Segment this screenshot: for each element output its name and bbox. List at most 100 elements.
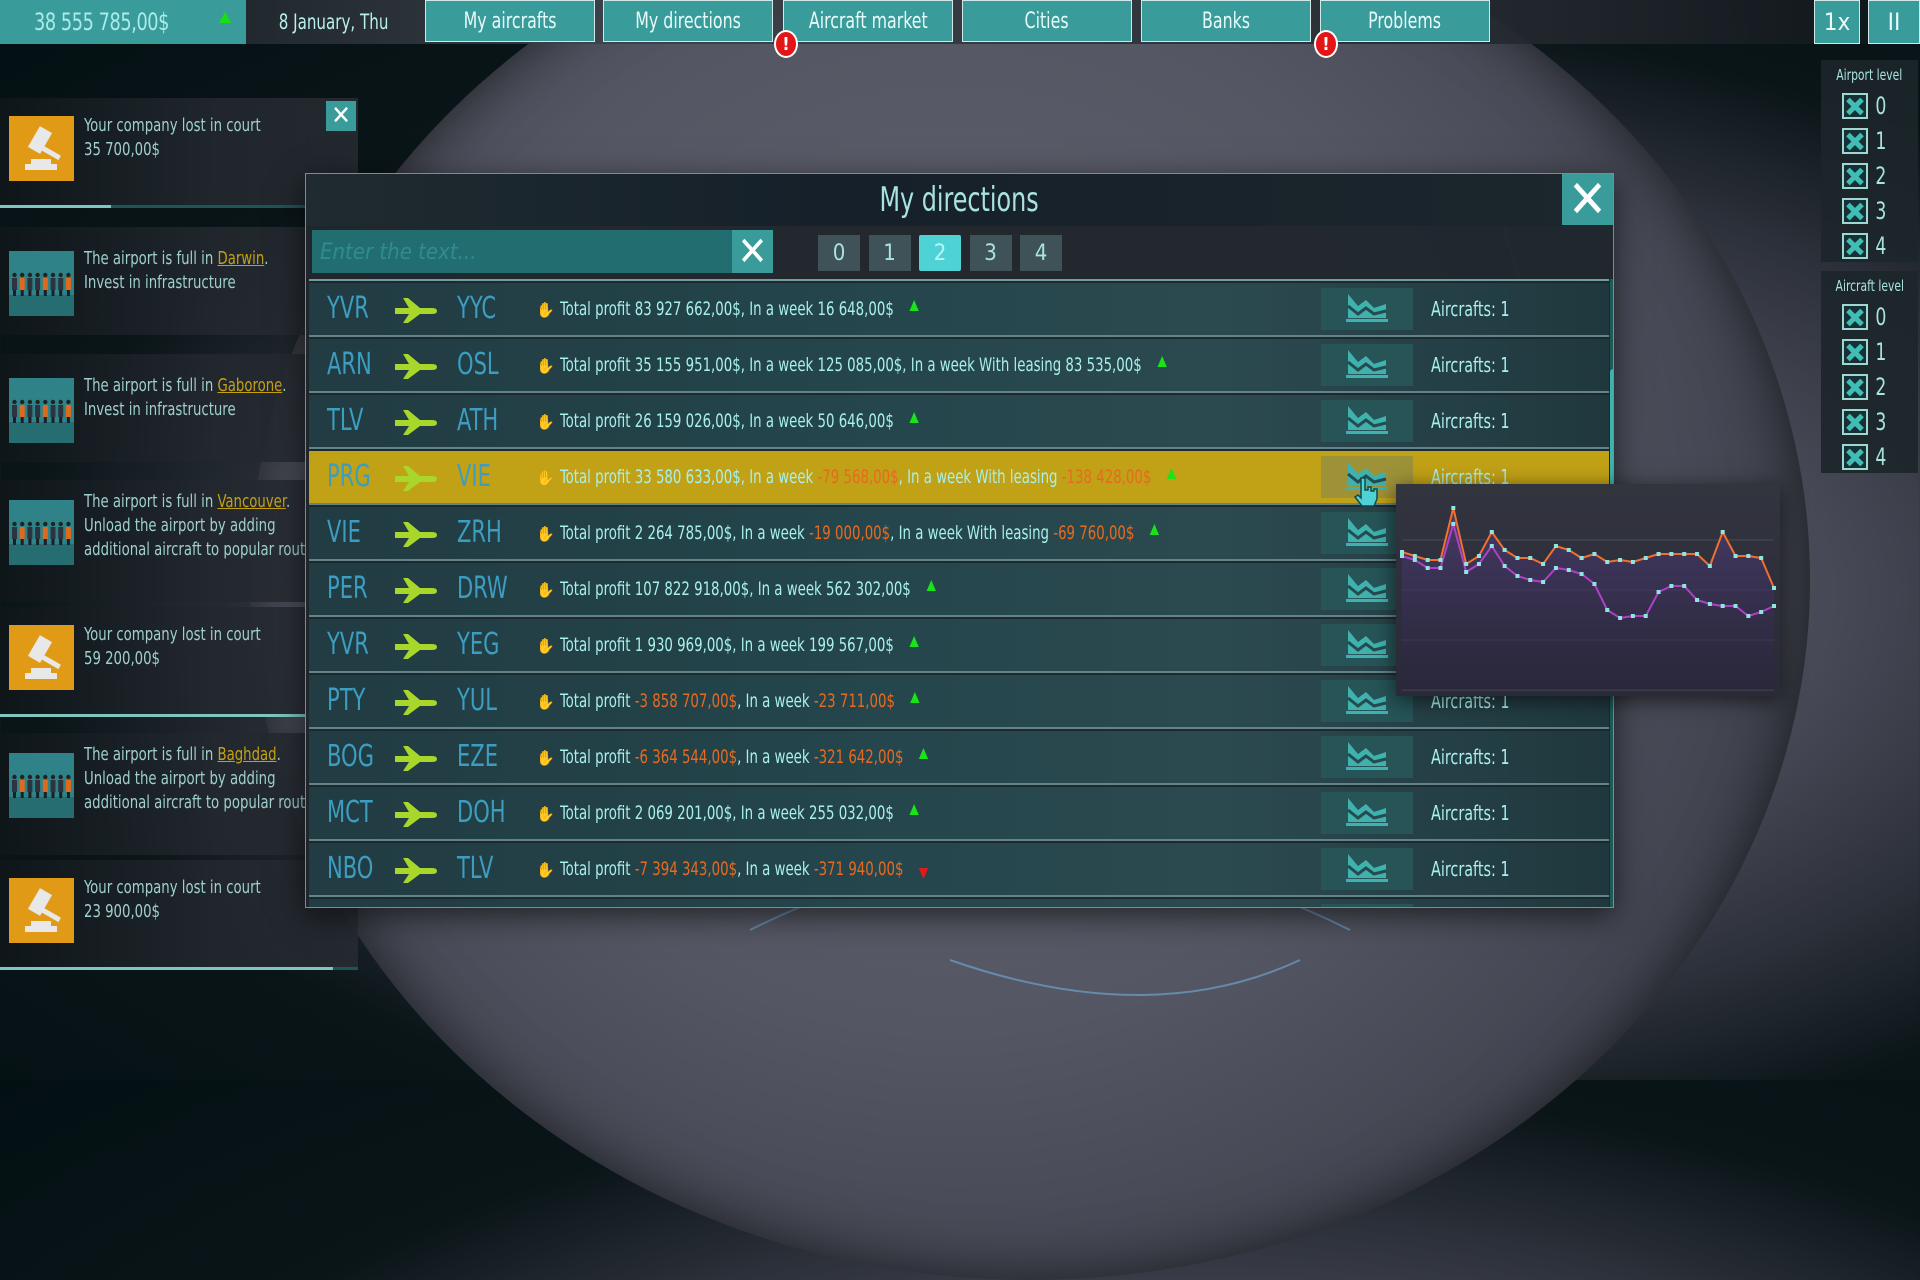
show-chart-button[interactable]	[1321, 288, 1413, 330]
route-row[interactable]: ARN OSL ✋ Total profit 35 155 951,00$, In a…	[309, 339, 1609, 393]
notifications-close-button[interactable]: ✕	[326, 101, 356, 131]
origin-airport-code: MCT	[327, 795, 373, 830]
airport-level-option[interactable]: 1	[1821, 123, 1918, 158]
aircraft-level-option[interactable]: 2	[1821, 369, 1918, 404]
trend-up-icon	[1149, 524, 1160, 535]
show-chart-button[interactable]	[1321, 848, 1413, 890]
profit-text: 107 822 918,00$	[634, 578, 750, 600]
route-row[interactable]: BOG EZE ✋ Total profit -6 364 544,00$, In a…	[309, 731, 1609, 785]
notification-amount: 59 200,00$	[84, 648, 161, 669]
nav-banks-button[interactable]: Banks	[1141, 0, 1311, 42]
area-fill	[1402, 508, 1774, 690]
airport-level-option[interactable]: 3	[1821, 193, 1918, 228]
checkbox-checked-icon[interactable]	[1842, 303, 1868, 330]
level-tab-0[interactable]: 0	[818, 235, 860, 271]
aircraft-level-option[interactable]: 4	[1821, 439, 1918, 474]
notification-amount: 23 900,00$	[84, 901, 161, 922]
dialog-close-button[interactable]: ✕	[1562, 174, 1613, 226]
data-point-orange	[1592, 552, 1597, 556]
city-link[interactable]: Vancouver	[217, 491, 285, 512]
airport-level-title: Airport level	[1836, 66, 1903, 84]
alert-badge-icon: !	[774, 30, 798, 58]
trend-up-icon	[219, 12, 231, 23]
aircraft-level-title: Aircraft level	[1835, 277, 1904, 295]
negative-amount: -3 858 707,00$	[634, 690, 738, 712]
airport-level-option[interactable]: 0	[1821, 88, 1918, 123]
route-profit-summary: Total profit -7 394 343,00$, In a week -…	[560, 858, 929, 880]
city-link[interactable]: Baghdad	[217, 744, 276, 765]
destination-airport-code: DOH	[457, 795, 506, 830]
profit-text: Total profit	[560, 802, 635, 824]
data-point-purple	[1759, 610, 1764, 614]
show-chart-button[interactable]	[1321, 736, 1413, 778]
area-chart-icon	[1346, 292, 1388, 326]
aircraft-count: Aircrafts: 1	[1431, 297, 1510, 321]
pause-button[interactable]: II	[1868, 0, 1920, 44]
checkbox-checked-icon[interactable]	[1842, 197, 1868, 224]
level-tab-3[interactable]: 3	[969, 235, 1012, 271]
profit-text: Total profit	[560, 858, 635, 880]
show-chart-button[interactable]	[1321, 400, 1413, 442]
route-row[interactable]: TLV ATH ✋ Total profit 26 159 026,00$, In a…	[309, 395, 1609, 449]
show-chart-button[interactable]	[1321, 792, 1413, 834]
destination-airport-code: YUL	[457, 683, 497, 718]
search-field[interactable]	[312, 230, 734, 275]
nav-cities-button[interactable]: Cities	[962, 0, 1132, 42]
data-point-orange	[1412, 554, 1417, 558]
nav-aircraft-market-button[interactable]: Aircraft market	[783, 0, 953, 42]
aircraft-level-option[interactable]: 3	[1821, 404, 1918, 439]
route-row[interactable]: SFODTW✋Total profit 7 006 538,00$, In a …	[309, 899, 1609, 907]
route-row[interactable]: YVR YYC ✋ Total profit 83 927 662,00$, In a…	[309, 283, 1609, 337]
data-point-purple	[1733, 604, 1738, 608]
data-point-purple	[1630, 614, 1635, 618]
route-row[interactable]: MCT DOH ✋ Total profit 2 069 201,00$, In a …	[309, 787, 1609, 841]
data-point-purple	[1592, 582, 1597, 586]
nav-my-aircrafts-button[interactable]: My aircrafts	[425, 0, 595, 42]
airport-level-option[interactable]: 2	[1821, 158, 1918, 193]
city-link[interactable]: Darwin	[217, 248, 264, 269]
aircraft-count: Aircrafts: 1	[1431, 409, 1510, 433]
aircraft-level-option[interactable]: 1	[1821, 334, 1918, 369]
city-link[interactable]: Gaborone	[217, 375, 282, 396]
money-hand-icon: ✋	[536, 469, 555, 487]
data-point-purple	[1528, 578, 1533, 582]
profit-text: , In a week With leasing	[902, 354, 1066, 376]
level-tab-2[interactable]: 2	[919, 235, 961, 271]
checkbox-checked-icon[interactable]	[1842, 338, 1868, 365]
checkbox-checked-icon[interactable]	[1842, 127, 1868, 154]
search-clear-button[interactable]: ✕	[732, 229, 773, 275]
data-point-purple	[1746, 614, 1751, 618]
nav-problems-button[interactable]: Problems	[1320, 0, 1490, 42]
data-point-purple	[1656, 590, 1661, 594]
profit-text: 1 930 969,00$	[634, 634, 733, 656]
checkbox-checked-icon[interactable]	[1842, 232, 1868, 259]
trend-up-icon	[926, 580, 936, 591]
show-chart-button[interactable]	[1321, 344, 1413, 386]
scrollbar-thumb[interactable]	[1610, 369, 1613, 497]
checkbox-checked-icon[interactable]	[1842, 408, 1868, 435]
data-point-purple	[1682, 584, 1687, 588]
gavel-icon	[9, 625, 74, 690]
destination-airport-code: OSL	[457, 347, 499, 382]
checkbox-checked-icon[interactable]	[1842, 162, 1868, 189]
checkbox-checked-icon[interactable]	[1842, 373, 1868, 400]
notification-text: Your company lost in court 35 700,00$	[84, 114, 261, 162]
negative-amount: -138 428,00$	[1061, 466, 1152, 488]
level-label: 0	[1875, 91, 1887, 120]
airport-level-option[interactable]: 4	[1821, 228, 1918, 263]
nav-my-directions-button[interactable]: My directions	[603, 0, 773, 42]
level-tab-1[interactable]: 1	[868, 235, 911, 271]
game-speed-button[interactable]: 1x	[1814, 0, 1860, 44]
level-tab-4[interactable]: 4	[1020, 235, 1062, 271]
show-chart-button[interactable]	[1321, 904, 1413, 907]
profit-chart	[1400, 506, 1776, 691]
data-point-purple	[1412, 558, 1417, 562]
route-profit-summary: Total profit 2 264 785,00$, In a week -1…	[560, 522, 1160, 544]
checkbox-checked-icon[interactable]	[1842, 92, 1868, 119]
route-row[interactable]: NBO TLV ✋ Total profit -7 394 343,00$, In a…	[309, 843, 1609, 897]
level-label: 1	[1875, 337, 1887, 366]
data-point-orange	[1695, 552, 1700, 556]
aircraft-level-option[interactable]: 0	[1821, 299, 1918, 334]
checkbox-checked-icon[interactable]	[1842, 443, 1868, 470]
search-input[interactable]	[318, 230, 722, 275]
